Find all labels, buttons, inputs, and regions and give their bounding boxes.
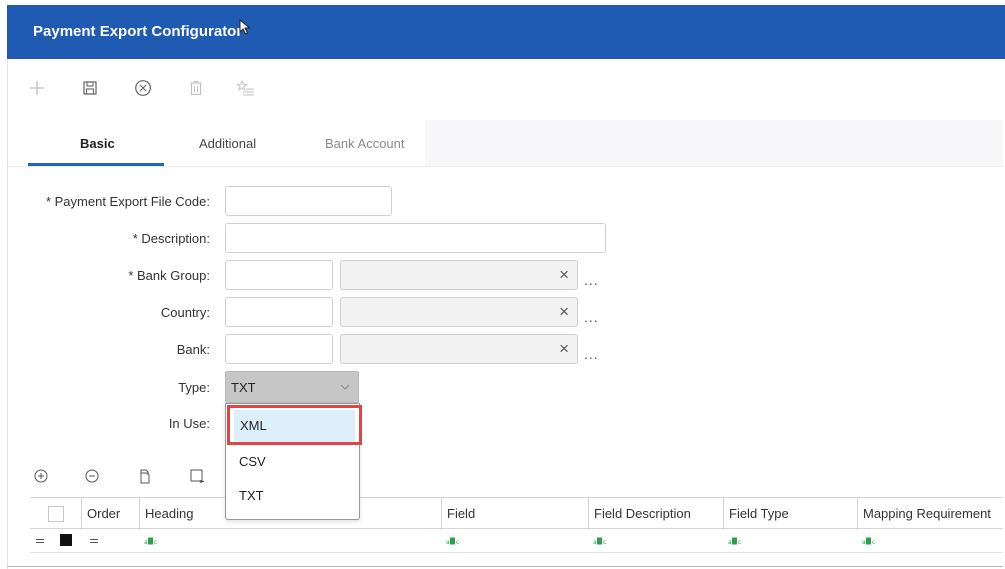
svg-text:c: c [872,539,875,545]
add-row-icon[interactable] [30,465,52,487]
insert-row-icon[interactable] [186,465,208,487]
column-field-description[interactable]: Field Description [588,498,723,530]
bank-group-name-field[interactable]: × [340,260,578,290]
svg-text:a: a [446,539,450,545]
abc-text-icon: ac [144,537,157,545]
save-icon[interactable] [78,76,102,100]
country-lookup-icon[interactable]: ... [584,309,599,325]
cancel-circle-icon[interactable] [131,76,155,100]
trash-icon[interactable] [184,76,208,100]
bank-lookup-icon[interactable]: ... [584,346,599,362]
type-selected-value: TXT [231,380,256,395]
svg-text:a: a [862,539,866,545]
tab-additional[interactable]: Additional [199,136,256,151]
country-clear-icon[interactable]: × [559,303,569,321]
svg-text:a: a [728,539,732,545]
abc-text-icon: ac [446,537,459,545]
select-all-cell [30,498,81,530]
drag-handle-icon[interactable] [36,539,44,543]
country-code-input[interactable] [225,297,333,327]
tab-strip-background [425,120,1003,166]
bank-group-code-input[interactable] [225,260,333,290]
bank-group-lookup-icon[interactable]: ... [584,272,599,288]
type-dropdown-list: XML CSV TXT [225,403,360,520]
plus-icon[interactable] [25,76,49,100]
field-mapping-grid: Order Heading Field Field Description Fi… [30,497,1003,555]
code-label: * Payment Export File Code: [45,194,210,209]
tab-basic[interactable]: Basic [80,136,115,151]
abc-text-icon: ac [862,537,875,545]
bank-group-clear-icon[interactable]: × [559,266,569,284]
abc-text-icon: ac [593,537,606,545]
code-input[interactable] [225,186,392,216]
column-field-type[interactable]: Field Type [723,498,857,530]
svg-text:c: c [603,539,606,545]
tab-divider [7,166,1003,167]
table-row[interactable]: ac ac ac ac ac [30,529,1003,553]
type-option-txt[interactable]: TXT [226,480,359,512]
svg-text:c: c [456,539,459,545]
country-name-field[interactable]: × [340,297,578,327]
bank-code-input[interactable] [225,334,333,364]
svg-text:a: a [593,539,597,545]
window-title: Payment Export Configurator [33,23,243,40]
star-list-icon[interactable] [234,76,258,100]
grid-bottom-border [7,566,1003,567]
bank-clear-icon[interactable]: × [559,340,569,358]
grid-header: Order Heading Field Field Description Fi… [30,497,1003,530]
title-bar: Payment Export Configurator [7,5,1005,59]
svg-text:c: c [738,539,741,545]
bank-group-label: * Bank Group: [128,268,210,283]
description-label: * Description: [132,231,210,246]
country-label: Country: [160,305,210,320]
column-mapping-requirement[interactable]: Mapping Requirement [857,498,1003,530]
svg-text:c: c [154,539,157,545]
tab-bank-account[interactable]: Bank Account [325,136,405,151]
type-option-xml[interactable]: XML [234,410,355,442]
bank-name-field[interactable]: × [340,334,578,364]
copy-row-icon[interactable] [133,465,155,487]
in-use-label: In Use: [168,416,210,431]
select-all-checkbox[interactable] [48,506,64,522]
abc-text-icon: ac [728,537,741,545]
column-field[interactable]: Field [441,498,588,530]
bank-label: Bank: [176,342,210,357]
type-label: Type: [178,380,210,395]
mouse-cursor-icon [239,19,251,35]
description-input[interactable] [225,223,606,253]
svg-text:a: a [144,539,148,545]
remove-row-icon[interactable] [81,465,103,487]
chevron-down-icon[interactable] [332,372,358,402]
order-drag-icon[interactable] [90,539,98,543]
row-selected-checkbox[interactable] [60,534,72,546]
type-select[interactable]: TXT [225,371,359,403]
column-order[interactable]: Order [81,498,139,530]
type-option-csv[interactable]: CSV [226,446,359,478]
